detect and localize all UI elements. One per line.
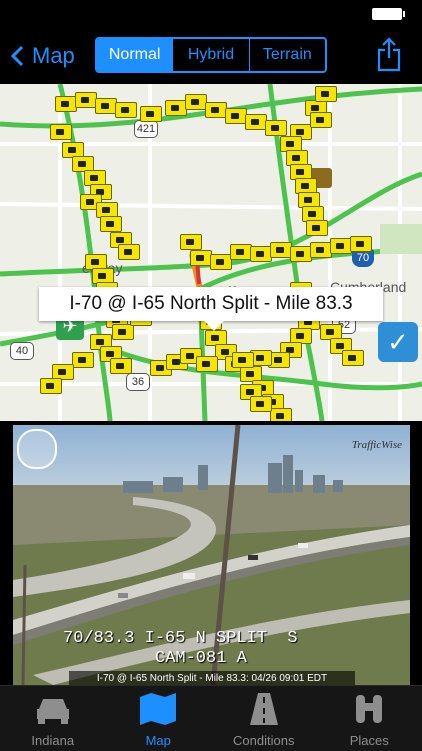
camera-marker[interactable] xyxy=(330,238,352,254)
tab-label-indiana: Indiana xyxy=(31,733,74,748)
traffic-map[interactable]: olis Cumberland edway 421 70 52 40 36 ✈ … xyxy=(0,84,422,421)
camera-marker[interactable] xyxy=(112,324,134,340)
segment-terrain[interactable]: Terrain xyxy=(249,39,325,71)
camera-marker[interactable] xyxy=(55,96,77,112)
back-button[interactable]: Map xyxy=(10,38,75,74)
camera-snapshot: TrafficWise 70/83.3 I-65 N SPLIT S CAM-0… xyxy=(13,425,410,685)
camera-marker[interactable] xyxy=(50,124,72,140)
tab-label-places: Places xyxy=(350,733,389,748)
camera-marker[interactable] xyxy=(270,242,292,258)
camera-marker[interactable] xyxy=(40,378,62,394)
camera-marker[interactable] xyxy=(100,216,122,232)
camera-marker[interactable] xyxy=(310,112,332,128)
binoculars-icon xyxy=(349,691,389,725)
back-button-label: Map xyxy=(32,43,75,69)
camera-marker[interactable] xyxy=(115,102,137,118)
camera-marker[interactable] xyxy=(290,246,312,262)
route-shield-40: 40 xyxy=(10,342,34,360)
route-shield-36: 36 xyxy=(126,373,150,391)
indot-seal xyxy=(17,429,57,469)
camera-marker[interactable] xyxy=(180,234,202,250)
camera-marker[interactable] xyxy=(185,94,207,110)
camera-marker[interactable] xyxy=(205,102,227,118)
share-icon[interactable] xyxy=(376,36,402,72)
tab-label-conditions: Conditions xyxy=(233,733,294,748)
camera-overlay-line1: 70/83.3 I-65 N SPLIT S xyxy=(63,629,298,648)
camera-marker[interactable] xyxy=(140,106,162,122)
camera-marker[interactable] xyxy=(342,350,364,366)
camera-marker[interactable] xyxy=(232,352,254,368)
camera-marker[interactable] xyxy=(350,236,372,252)
callout-title: I-70 @ I-65 North Split - Mile 83.3 xyxy=(69,293,352,315)
status-bar xyxy=(0,0,422,28)
camera-marker[interactable] xyxy=(75,92,97,108)
battery-icon xyxy=(372,8,402,20)
camera-marker[interactable] xyxy=(95,98,117,114)
tab-map[interactable]: Map xyxy=(106,686,212,751)
camera-marker[interactable] xyxy=(310,242,332,258)
navigation-bar: Map Normal Hybrid Terrain xyxy=(0,28,422,84)
camera-caption: I-70 @ I-65 North Split - Mile 83.3: 04/… xyxy=(69,671,355,685)
camera-marker[interactable] xyxy=(210,254,232,270)
tab-bar: Indiana Map Conditions Places xyxy=(0,685,422,751)
camera-marker[interactable] xyxy=(270,408,292,421)
map-icon xyxy=(138,691,178,725)
trafficwise-logo: TrafficWise xyxy=(352,439,402,451)
segment-normal[interactable]: Normal xyxy=(97,39,172,71)
camera-marker[interactable] xyxy=(315,86,337,102)
camera-marker[interactable] xyxy=(165,100,187,116)
camera-callout[interactable]: I-70 @ I-65 North Split - Mile 83.3 xyxy=(39,287,383,321)
segment-hybrid[interactable]: Hybrid xyxy=(172,39,248,71)
camera-marker[interactable] xyxy=(250,246,272,262)
camera-marker[interactable] xyxy=(72,352,94,368)
camera-marker[interactable] xyxy=(250,396,272,412)
tab-places[interactable]: Places xyxy=(317,686,422,751)
camera-overlay-line2: CAM-081 A xyxy=(155,649,247,668)
tab-label-map: Map xyxy=(146,733,171,748)
camera-marker[interactable] xyxy=(225,108,247,124)
camera-marker[interactable] xyxy=(110,358,132,374)
camera-marker[interactable] xyxy=(190,250,212,266)
route-shield-421: 421 xyxy=(134,120,158,138)
camera-marker[interactable] xyxy=(265,120,287,136)
checkin-icon[interactable]: ✓ xyxy=(378,322,418,362)
camera-marker[interactable] xyxy=(306,220,328,236)
chevron-left-icon xyxy=(10,45,24,67)
camera-marker[interactable] xyxy=(230,244,252,260)
car-icon xyxy=(33,691,73,725)
map-type-segmented-control[interactable]: Normal Hybrid Terrain xyxy=(95,37,327,73)
tab-conditions[interactable]: Conditions xyxy=(211,686,317,751)
tab-indiana[interactable]: Indiana xyxy=(0,686,106,751)
road-icon xyxy=(244,691,284,725)
camera-marker[interactable] xyxy=(245,114,267,130)
camera-marker[interactable] xyxy=(196,356,218,372)
camera-marker[interactable] xyxy=(118,244,140,260)
